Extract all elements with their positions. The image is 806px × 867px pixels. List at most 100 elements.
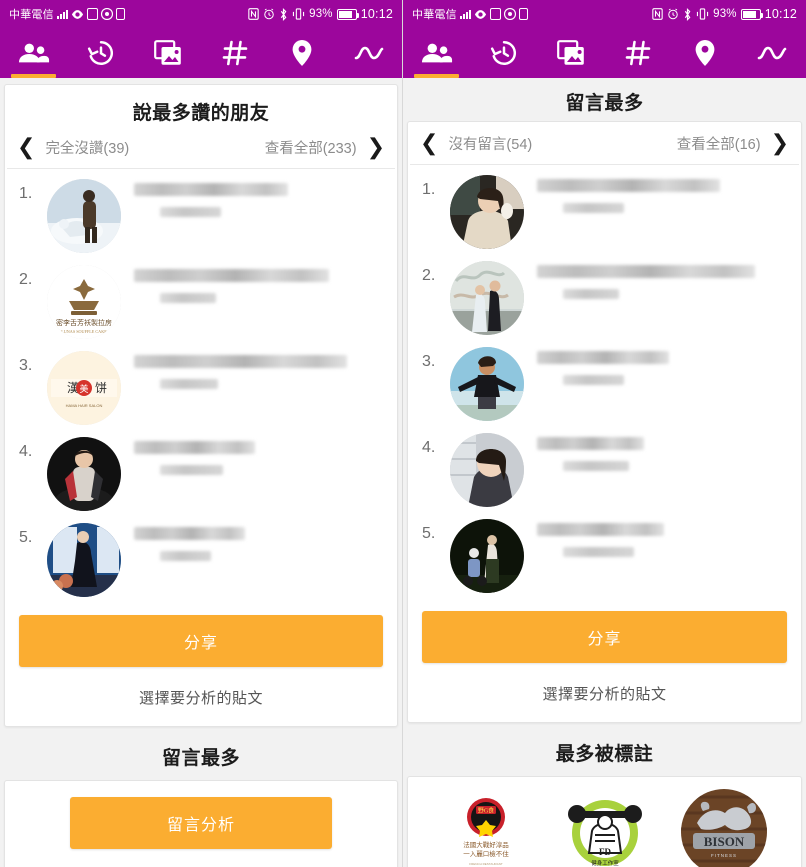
tagged-logo-item[interactable]: 野G食 法國大戰好淳品 一入麗口檢不住 FRENCH RESTAURANT xyxy=(442,789,529,867)
redacted-count xyxy=(160,207,221,217)
tab-friends[interactable] xyxy=(403,28,470,78)
right-phone-panel: 中華電信 93% 10:12 留言最多 ❮ 沒有留言(54) 查看全部(16) … xyxy=(403,0,806,867)
list-item[interactable]: 2. 密李舌芳袄製拉房 LUNAS SOUFFLE CAKE xyxy=(5,259,397,345)
view-all-comments-link[interactable]: 查看全部(16) xyxy=(677,133,761,154)
most-tagged-card: 野G食 法國大戰好淳品 一入麗口檢不住 FRENCH RESTAURANT FD… xyxy=(407,776,802,867)
chrome-icon xyxy=(503,8,516,20)
nfc-icon xyxy=(652,8,663,20)
carrier-label: 中華電信 xyxy=(9,9,54,21)
list-item[interactable]: 3. 漢 美 饼 HAMA HAIR SALON xyxy=(5,345,397,431)
svg-text:健身工作室: 健身工作室 xyxy=(591,859,619,867)
vibrate-icon xyxy=(292,8,305,20)
most-tagged-logo-strip: 野G食 法國大戰好淳品 一入麗口檢不住 FRENCH RESTAURANT FD… xyxy=(408,777,801,867)
vibrate-icon xyxy=(696,8,709,20)
tagged-logo-item[interactable]: BISON FITNESS xyxy=(680,789,767,867)
left-phone-panel: 中華電信 93% 10:12 說最多讚的朋友 ❮ 完全沒讚(39) 查看全部(2… xyxy=(0,0,403,867)
nav-tab-bar-right xyxy=(403,28,806,78)
select-post-hint: 選擇要分析的貼文 xyxy=(5,853,397,867)
list-item[interactable]: 4. xyxy=(5,431,397,517)
rank-label: 3. xyxy=(422,353,436,370)
svg-text:密李舌芳袄製拉房: 密李舌芳袄製拉房 xyxy=(56,318,112,327)
avatar[interactable] xyxy=(47,179,121,253)
user-meta xyxy=(121,437,387,475)
redacted-username xyxy=(134,527,246,540)
right-scroll-area[interactable]: 留言最多 ❮ 沒有留言(54) 查看全部(16) ❯ 1. 2. 3. 4. 5… xyxy=(403,78,806,867)
redacted-count xyxy=(563,375,624,385)
no-comments-link[interactable]: 沒有留言(54) xyxy=(448,133,532,154)
svg-text:美: 美 xyxy=(79,383,88,394)
list-item[interactable]: 2. xyxy=(408,255,801,341)
list-item[interactable]: 1. xyxy=(408,169,801,255)
chrome-icon xyxy=(100,8,113,20)
tab-friends[interactable] xyxy=(0,28,67,78)
most-comments-card: ❮ 沒有留言(54) 查看全部(16) ❯ 1. 2. 3. 4. 5. 分享 … xyxy=(407,121,802,723)
list-item[interactable]: 5. xyxy=(408,513,801,599)
tab-history[interactable] xyxy=(67,28,134,78)
svg-text:HAMA HAIR SALON: HAMA HAIR SALON xyxy=(66,403,103,408)
tab-history[interactable] xyxy=(470,28,537,78)
avatar[interactable]: 密李舌芳袄製拉房 LUNAS SOUFFLE CAKE xyxy=(47,265,121,339)
list-item[interactable]: 1. xyxy=(5,173,397,259)
rank-label: 4. xyxy=(422,439,436,456)
avatar[interactable] xyxy=(450,433,524,507)
prev-arrow-icon[interactable]: ❮ xyxy=(420,132,438,154)
tagged-logo-item[interactable]: FD 健身工作室 xyxy=(561,789,648,867)
avatar[interactable] xyxy=(47,523,121,597)
tab-hashtag[interactable] xyxy=(605,28,672,78)
next-arrow-icon[interactable]: ❯ xyxy=(367,136,385,158)
redacted-username xyxy=(134,441,256,454)
share-button-wrap: 分享 xyxy=(5,605,397,671)
redacted-count xyxy=(563,547,635,557)
avatar[interactable]: 漢 美 饼 HAMA HAIR SALON xyxy=(47,351,121,425)
rank-label: 4. xyxy=(19,443,33,460)
tab-photos[interactable] xyxy=(537,28,604,78)
comment-analysis-button[interactable]: 留言分析 xyxy=(69,797,333,849)
nfc-icon xyxy=(248,8,259,20)
svg-text:一入麗口檢不住: 一入麗口檢不住 xyxy=(463,849,509,858)
avatar[interactable] xyxy=(450,261,524,335)
view-all-likes-link[interactable]: 查看全部(233) xyxy=(265,137,357,158)
tab-location[interactable] xyxy=(268,28,335,78)
user-meta xyxy=(121,523,387,561)
tab-hashtag[interactable] xyxy=(201,28,268,78)
status-bar-left: 中華電信 93% 10:12 xyxy=(0,0,402,28)
most-comments-card: 留言分析 選擇要分析的貼文 xyxy=(4,780,398,867)
tab-location[interactable] xyxy=(672,28,739,78)
user-meta xyxy=(121,351,387,389)
avatar[interactable] xyxy=(450,519,524,593)
redacted-username xyxy=(134,269,329,282)
left-scroll-area[interactable]: 說最多讚的朋友 ❮ 完全沒讚(39) 查看全部(233) ❯ 1. 2. 密李舌… xyxy=(0,78,402,867)
redacted-count xyxy=(160,379,219,389)
redacted-username xyxy=(537,437,644,450)
battery-percent-label: 93% xyxy=(713,8,737,20)
next-arrow-icon[interactable]: ❯ xyxy=(771,132,789,154)
nav-tab-bar-left xyxy=(0,28,402,78)
most-comments-section-title: 留言最多 xyxy=(161,748,240,769)
list-item[interactable]: 3. xyxy=(408,341,801,427)
no-likes-link[interactable]: 完全沒讚(39) xyxy=(45,137,129,158)
most-comments-list: 1. 2. 3. 4. 5. xyxy=(408,165,801,601)
user-meta xyxy=(524,347,791,385)
tab-trend[interactable] xyxy=(739,28,806,78)
tab-trend[interactable] xyxy=(335,28,402,78)
most-comments-nav-row: ❮ 沒有留言(54) 查看全部(16) ❯ xyxy=(408,122,801,164)
avatar[interactable] xyxy=(450,347,524,421)
share-button[interactable]: 分享 xyxy=(422,611,787,663)
redacted-username xyxy=(537,351,670,364)
most-likes-title: 說最多讚的朋友 xyxy=(132,103,270,124)
avatar[interactable] xyxy=(450,175,524,249)
list-item[interactable]: 4. xyxy=(408,427,801,513)
redacted-count xyxy=(563,203,624,213)
svg-text:LUNAS SOUFFLE CAKE: LUNAS SOUFFLE CAKE xyxy=(61,329,107,334)
comment-analysis-wrap: 留言分析 xyxy=(5,781,397,853)
most-tagged-section-title: 最多被標註 xyxy=(555,744,654,765)
svg-text:野G食: 野G食 xyxy=(477,807,493,815)
rank-label: 5. xyxy=(422,525,436,542)
redacted-count xyxy=(563,461,630,471)
avatar[interactable] xyxy=(47,437,121,511)
list-item[interactable]: 5. xyxy=(5,517,397,603)
tab-photos[interactable] xyxy=(134,28,201,78)
app-screen: 中華電信 93% 10:12 說最多讚的朋友 ❮ 完全沒讚(39) 查看全部(2… xyxy=(0,0,806,867)
prev-arrow-icon[interactable]: ❮ xyxy=(17,136,35,158)
share-button[interactable]: 分享 xyxy=(19,615,383,667)
